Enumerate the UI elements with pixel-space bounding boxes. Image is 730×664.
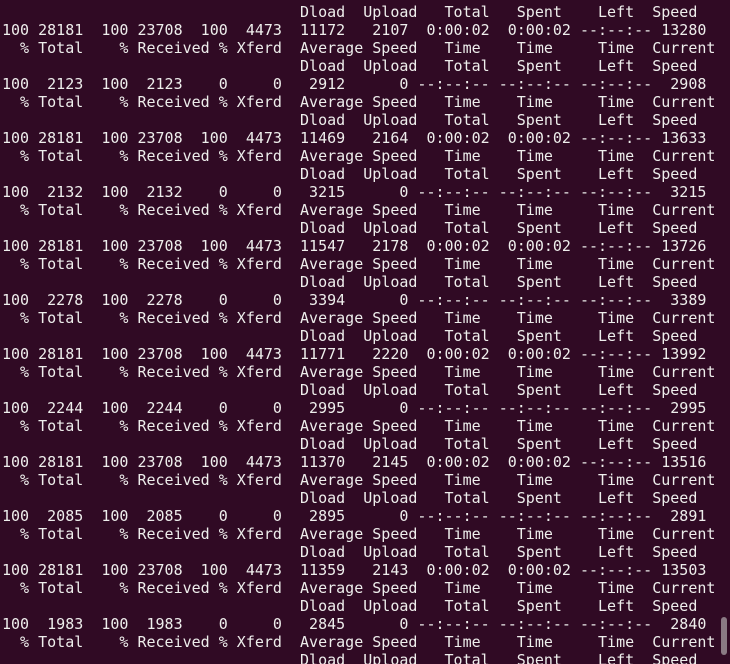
terminal-line: Dload Upload Total Spent Left Speed (2, 381, 698, 399)
terminal-line: % Total % Received % Xferd Average Speed… (2, 39, 716, 57)
terminal-line: Dload Upload Total Spent Left Speed (2, 543, 698, 561)
terminal-line: 100 2123 100 2123 0 0 2912 0 --:--:-- --… (2, 75, 707, 93)
terminal-line: 100 2244 100 2244 0 0 2995 0 --:--:-- --… (2, 399, 707, 417)
terminal-line: 100 28181 100 23708 100 4473 11771 2220 … (2, 345, 707, 363)
terminal-line: 100 2132 100 2132 0 0 3215 0 --:--:-- --… (2, 183, 707, 201)
terminal-line: % Total % Received % Xferd Average Speed… (2, 201, 716, 219)
terminal-line: % Total % Received % Xferd Average Speed… (2, 93, 716, 111)
terminal-line: 100 28181 100 23708 100 4473 11359 2143 … (2, 561, 707, 579)
terminal-line: 100 28181 100 23708 100 4473 11547 2178 … (2, 237, 707, 255)
terminal-line: Dload Upload Total Spent Left Speed (2, 651, 698, 664)
terminal-line: Dload Upload Total Spent Left Speed (2, 273, 698, 291)
terminal-line: % Total % Received % Xferd Average Speed… (2, 471, 716, 489)
terminal-line: % Total % Received % Xferd Average Speed… (2, 525, 716, 543)
terminal-line: Dload Upload Total Spent Left Speed (2, 111, 698, 129)
terminal-line: 100 28181 100 23708 100 4473 11469 2164 … (2, 129, 707, 147)
terminal-line: Dload Upload Total Spent Left Speed (2, 435, 698, 453)
terminal-line: Dload Upload Total Spent Left Speed (2, 3, 698, 21)
terminal-output[interactable]: Dload Upload Total Spent Left Speed 100 2… (2, 3, 720, 664)
terminal-line: Dload Upload Total Spent Left Speed (2, 219, 698, 237)
scrollbar-thumb[interactable] (721, 617, 727, 655)
terminal-line: % Total % Received % Xferd Average Speed… (2, 417, 716, 435)
terminal-line: 100 2278 100 2278 0 0 3394 0 --:--:-- --… (2, 291, 707, 309)
terminal-line: % Total % Received % Xferd Average Speed… (2, 579, 716, 597)
terminal-line: 100 28181 100 23708 100 4473 11172 2107 … (2, 21, 707, 39)
terminal-line: % Total % Received % Xferd Average Speed… (2, 309, 716, 327)
terminal-line: Dload Upload Total Spent Left Speed (2, 489, 698, 507)
terminal-line: Dload Upload Total Spent Left Speed (2, 327, 698, 345)
terminal-line: % Total % Received % Xferd Average Speed… (2, 363, 716, 381)
terminal-line: 100 28181 100 23708 100 4473 11370 2145 … (2, 453, 707, 471)
terminal-line: % Total % Received % Xferd Average Speed… (2, 255, 716, 273)
terminal-line: Dload Upload Total Spent Left Speed (2, 165, 698, 183)
terminal-line: Dload Upload Total Spent Left Speed (2, 57, 698, 75)
terminal-line: Dload Upload Total Spent Left Speed (2, 597, 698, 615)
terminal-line: % Total % Received % Xferd Average Speed… (2, 633, 716, 651)
terminal-line: % Total % Received % Xferd Average Speed… (2, 147, 716, 165)
terminal-line: 100 2085 100 2085 0 0 2895 0 --:--:-- --… (2, 507, 707, 525)
terminal-line: 100 1983 100 1983 0 0 2845 0 --:--:-- --… (2, 615, 707, 633)
